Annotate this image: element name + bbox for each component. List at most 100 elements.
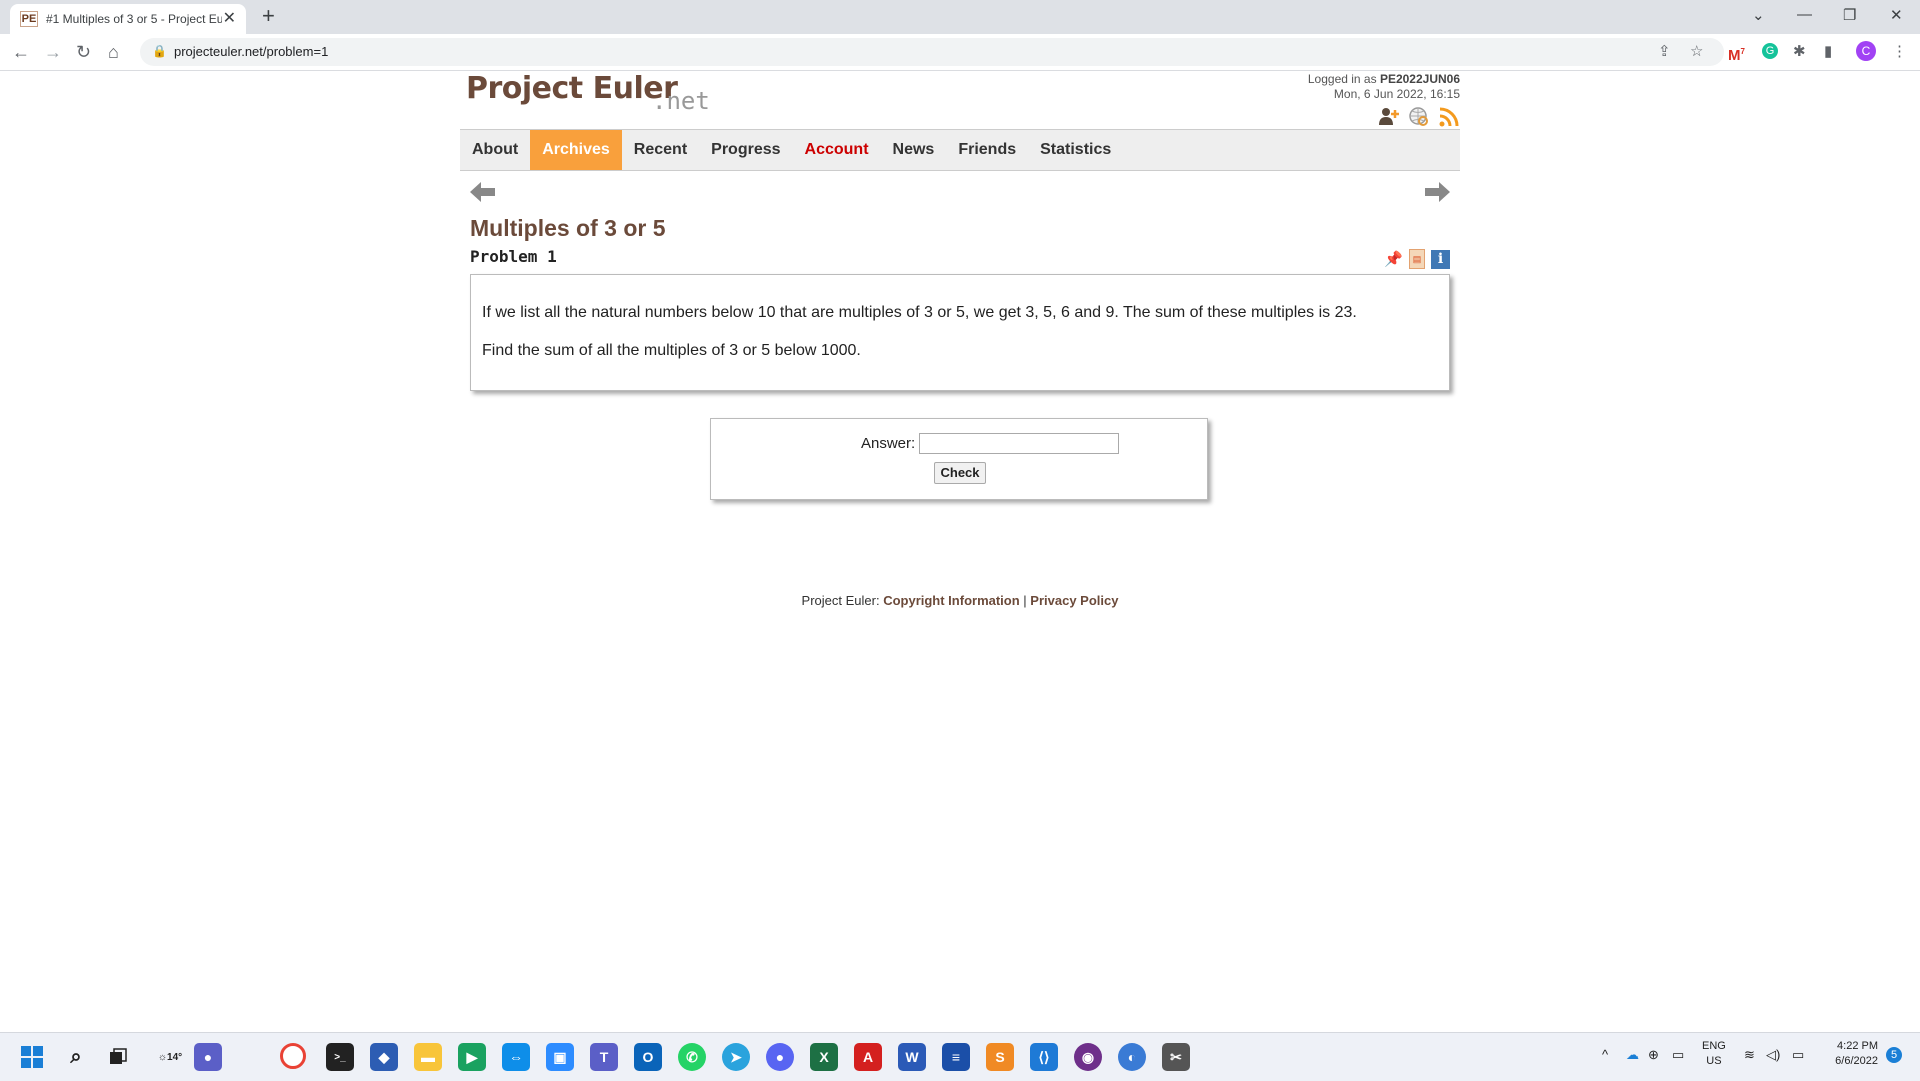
add-friend-icon[interactable] xyxy=(1378,106,1400,128)
file-explorer-icon[interactable]: ▬ xyxy=(414,1043,442,1071)
nav-archives[interactable]: Archives xyxy=(530,130,622,170)
problem-icons: 📌 ▤ i xyxy=(1384,249,1450,269)
copyright-link[interactable]: Copyright Information xyxy=(883,593,1020,608)
browser-app-icon[interactable]: ◐ xyxy=(1118,1043,1146,1071)
nav-about[interactable]: About xyxy=(460,130,530,170)
restore-icon[interactable]: ❐ xyxy=(1843,6,1856,24)
forward-icon[interactable]: → xyxy=(44,40,62,64)
answer-input[interactable] xyxy=(919,433,1119,454)
browser-tab[interactable]: PE #1 Multiples of 3 or 5 - Project Eule… xyxy=(10,4,246,34)
start-menu-icon[interactable] xyxy=(18,1043,46,1071)
new-tab-icon[interactable]: + xyxy=(262,5,275,27)
close-tab-icon[interactable]: ✕ xyxy=(223,10,236,28)
language-indicator[interactable]: ENG US xyxy=(1702,1039,1726,1069)
teams-chat-icon[interactable]: ● xyxy=(194,1043,222,1071)
battery-icon[interactable]: ▭ xyxy=(1792,1047,1804,1062)
chrome-icon[interactable] xyxy=(280,1043,306,1069)
lock-icon[interactable]: 🔒 xyxy=(152,44,167,58)
problem-number: Problem 1 xyxy=(470,247,557,266)
telegram-icon[interactable]: ➤ xyxy=(722,1043,750,1071)
main-nav: About Archives Recent Progress Account N… xyxy=(460,129,1460,171)
home-icon[interactable]: ⌂ xyxy=(108,40,119,64)
snipping-tool-icon[interactable]: ✂ xyxy=(1162,1043,1190,1071)
weather-temp: 14° xyxy=(167,1051,183,1063)
weather-widget[interactable]: ☼ 14° xyxy=(152,1043,188,1071)
excel-icon[interactable]: X xyxy=(810,1043,838,1071)
whatsapp-icon[interactable]: ✆ xyxy=(678,1043,706,1071)
globe-search-icon[interactable] xyxy=(1408,106,1430,128)
nav-account[interactable]: Account xyxy=(793,130,881,170)
problem-content: If we list all the natural numbers below… xyxy=(470,274,1450,391)
login-info: Logged in as PE2022JUN06 Mon, 6 Jun 2022… xyxy=(1308,72,1460,102)
tray-overflow-icon[interactable]: ^ xyxy=(1602,1047,1608,1062)
site-favicon: PE xyxy=(20,11,38,27)
zoom-icon[interactable]: ▣ xyxy=(546,1043,574,1071)
logo-text: Project Euler xyxy=(466,71,678,106)
task-view-icon[interactable] xyxy=(104,1043,132,1071)
site-logo[interactable]: Project Euler .net xyxy=(466,71,710,115)
problem-paragraph-1: If we list all the natural numbers below… xyxy=(482,304,1357,321)
bookmark-star-icon[interactable]: ☆ xyxy=(1690,43,1703,61)
acrobat-icon[interactable]: A xyxy=(854,1043,882,1071)
tab-search-icon[interactable]: ⌄ xyxy=(1752,6,1765,24)
nav-friends[interactable]: Friends xyxy=(946,130,1028,170)
back-icon[interactable]: ← xyxy=(12,40,30,64)
address-bar[interactable]: 🔒 projecteuler.net/problem=1 xyxy=(140,38,1724,66)
previous-problem-arrow-icon[interactable] xyxy=(470,179,496,210)
username[interactable]: PE2022JUN06 xyxy=(1380,72,1460,86)
grammarly-extension-icon[interactable]: G xyxy=(1762,43,1778,59)
browser-toolbar: ← → ↻ ⌂ 🔒 projecteuler.net/problem=1 ⇪ ☆… xyxy=(0,34,1920,71)
google-meet-icon[interactable]: ▶ xyxy=(458,1043,486,1071)
nav-statistics[interactable]: Statistics xyxy=(1028,130,1123,170)
browser-menu-icon[interactable]: ⋮ xyxy=(1892,43,1907,61)
search-icon[interactable]: ⌕ xyxy=(62,1043,90,1071)
rss-feed-icon[interactable] xyxy=(1438,106,1460,128)
sublime-text-icon[interactable]: S xyxy=(986,1043,1014,1071)
clock[interactable]: 4:22 PM 6/6/2022 xyxy=(1822,1039,1878,1069)
close-window-icon[interactable]: ✕ xyxy=(1890,6,1903,24)
side-panel-icon[interactable]: ▮ xyxy=(1824,43,1832,61)
volume-icon[interactable]: ◁) xyxy=(1766,1047,1780,1062)
privacy-policy-link[interactable]: Privacy Policy xyxy=(1030,593,1118,608)
wifi-icon[interactable]: ≋ xyxy=(1744,1047,1755,1062)
clock-date: 6/6/2022 xyxy=(1835,1055,1878,1067)
teams-icon[interactable]: T xyxy=(590,1043,618,1071)
login-datetime: Mon, 6 Jun 2022, 16:15 xyxy=(1333,87,1460,101)
page-footer: Project Euler: Copyright Information | P… xyxy=(460,593,1460,608)
document-icon[interactable]: ▤ xyxy=(1409,249,1425,269)
network-drive-icon[interactable]: ⊕ xyxy=(1648,1047,1659,1062)
check-button[interactable]: Check xyxy=(934,462,986,484)
vscode-icon[interactable]: ⟨⟩ xyxy=(1030,1043,1058,1071)
windows-taskbar: ⌕ ☼ 14° ● >_ ◆ ▬ ▶ ⇔ ▣ T O ✆ ➤ ● X A W ≡ … xyxy=(0,1032,1920,1081)
footer-separator: | xyxy=(1019,593,1031,608)
nav-recent[interactable]: Recent xyxy=(622,130,699,170)
profile-avatar[interactable]: C xyxy=(1856,41,1876,61)
tab-title: #1 Multiples of 3 or 5 - Project Euler xyxy=(46,12,222,26)
extensions-puzzle-icon[interactable]: ✱ xyxy=(1793,43,1806,61)
gmail-extension-icon[interactable]: M7 xyxy=(1728,43,1745,65)
keyboard-layout: US xyxy=(1706,1055,1722,1067)
nav-news[interactable]: News xyxy=(881,130,947,170)
teamviewer-icon[interactable]: ⇔ xyxy=(502,1043,530,1071)
nav-progress[interactable]: Progress xyxy=(699,130,792,170)
github-desktop-icon[interactable]: ◉ xyxy=(1074,1043,1102,1071)
notification-badge[interactable]: 5 xyxy=(1886,1047,1902,1063)
pin-icon[interactable]: 📌 xyxy=(1384,250,1403,268)
device-icon[interactable]: ▭ xyxy=(1672,1047,1684,1062)
devtools-app-icon[interactable]: ◆ xyxy=(370,1043,398,1071)
terminal-icon[interactable]: >_ xyxy=(326,1043,354,1071)
reload-icon[interactable]: ↻ xyxy=(76,40,91,64)
problem-title: Multiples of 3 or 5 xyxy=(470,215,666,241)
share-icon[interactable]: ⇪ xyxy=(1658,43,1671,61)
header-icons xyxy=(1378,106,1460,128)
answer-label: Answer: xyxy=(861,435,916,452)
onedrive-icon[interactable]: ☁ xyxy=(1626,1047,1639,1062)
clock-time: 4:22 PM xyxy=(1837,1040,1878,1052)
next-problem-arrow-icon[interactable] xyxy=(1424,179,1450,210)
minimize-icon[interactable]: — xyxy=(1797,6,1812,23)
outlook-icon[interactable]: O xyxy=(634,1043,662,1071)
notepad-icon[interactable]: ≡ xyxy=(942,1043,970,1071)
discord-icon[interactable]: ● xyxy=(766,1043,794,1071)
info-icon[interactable]: i xyxy=(1431,249,1450,269)
word-icon[interactable]: W xyxy=(898,1043,926,1071)
